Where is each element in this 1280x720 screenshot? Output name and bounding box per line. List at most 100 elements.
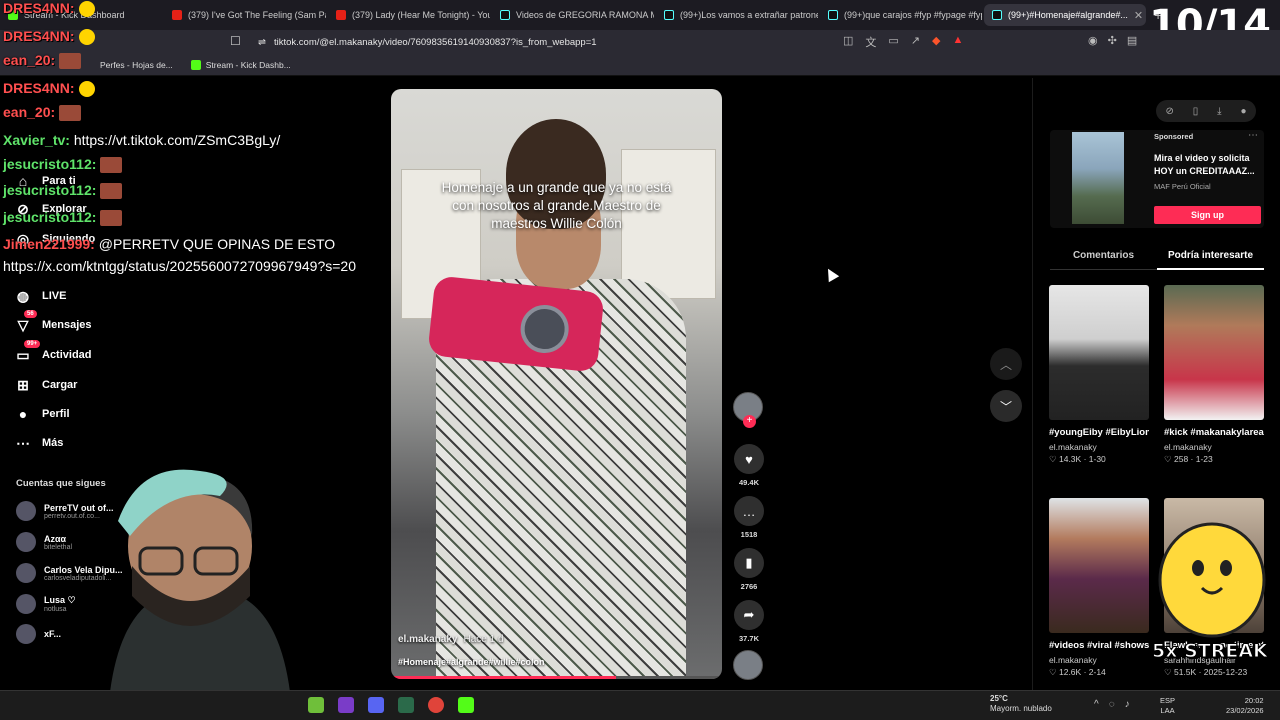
browser-tab[interactable]: (379) Lady (Hear Me Tonight) - YouTu... [328, 4, 490, 26]
video-hashtags[interactable]: #Homenaje#algrande#willie#colon [398, 657, 545, 667]
like-button[interactable]: ♥ 49.4K [733, 444, 765, 487]
browser-tab[interactable]: Videos de GREGORIA RAMONA MEJ... [492, 4, 654, 26]
video-progress-bar[interactable] [391, 676, 722, 679]
reader-icon[interactable]: ◫ [843, 34, 853, 50]
download-icon[interactable]: ⤓ [1217, 106, 1221, 117]
following-account[interactable]: Azαα bitelethal [16, 532, 72, 552]
recommended-video-card[interactable]: #youngEiby #EibyLion #viral... el.makana… [1049, 285, 1149, 465]
previous-video-button[interactable]: ︿ [990, 348, 1022, 380]
chat-message: DRES4NN: [3, 28, 95, 46]
microphone-icon[interactable]: ♪ [1125, 699, 1130, 710]
browser-tab[interactable]: (379) I've Got The Feeling (Sam Paran... [164, 4, 326, 26]
sponsored-ad: Sponsored ⋯ Mira el video y solicita HOY… [1050, 130, 1264, 228]
browser-tab[interactable]: (99+)Los vamos a extrañar patrones... [656, 4, 818, 26]
network-icon[interactable]: ◌ [1109, 699, 1115, 710]
chat-message: https://x.com/ktntgg/status/202556007270… [3, 258, 356, 274]
tiktok-icon [828, 10, 838, 20]
discord-icon[interactable] [368, 697, 384, 713]
puzzle-icon[interactable]: ✣ [1108, 34, 1117, 47]
camera-lens [518, 302, 572, 356]
coin-icon[interactable]: ⊘ [1165, 106, 1173, 117]
brave-shield-icon[interactable]: ◆ [932, 34, 940, 50]
share-icon: ➦ [734, 600, 764, 630]
device-icon[interactable]: ▯ [1193, 106, 1199, 117]
obs-icon[interactable] [428, 697, 444, 713]
next-video-button[interactable]: ﹀ [990, 390, 1022, 422]
translate-icon[interactable]: 文 [865, 34, 876, 50]
browser-tab[interactable]: (99+)que carajos #fyp #fypage #fyp... [820, 4, 982, 26]
chat-message: jesucristo112: [3, 209, 123, 227]
following-account[interactable]: xF... [16, 624, 61, 644]
ad-thumbnail[interactable] [1072, 132, 1124, 224]
avatar [16, 594, 36, 614]
sidebar-icon[interactable]: ▤ [1127, 34, 1137, 47]
streamer-webcam [110, 469, 290, 692]
bookmark-icon: ▮ [734, 548, 764, 578]
bookmark-button[interactable]: ▮ 2766 [733, 548, 765, 591]
system-clock[interactable]: 20:02 23/02/2026 [1226, 696, 1264, 716]
music-disc-button[interactable] [733, 650, 765, 680]
following-account[interactable]: PerreTV out of... perretv.out.of.co... [16, 501, 114, 521]
screen-icon[interactable]: ▭ [888, 34, 898, 50]
right-panel-tabs: Comentarios Podría interesarte [1050, 244, 1264, 270]
emote-icon [78, 81, 95, 98]
creator-avatar-button[interactable]: + [733, 392, 765, 428]
rewards-icon[interactable]: ▲ [953, 34, 964, 50]
weather-widget[interactable]: 25°C Mayorm. nublado [990, 694, 1052, 714]
card-stats: ♡ 258 · 1-23 [1164, 454, 1213, 464]
share-button[interactable]: ➦ 37.7K [733, 600, 765, 643]
language-indicator[interactable]: ESP LAA [1160, 696, 1175, 716]
live-icon: ◍ [16, 287, 30, 304]
sign-up-button[interactable]: Sign up [1154, 206, 1261, 224]
recommended-video-card[interactable]: #kick #makanakylareal... el.makanaky ♡ 2… [1164, 285, 1264, 465]
youtube-icon [336, 10, 346, 20]
video-player[interactable]: Homenaje a un grande que ya no está con … [391, 89, 722, 679]
more-options-icon[interactable]: ⋯ [1248, 130, 1258, 141]
youtube-icon [172, 10, 182, 20]
tiktok-icon [500, 10, 510, 20]
sidebar-item-mensajes[interactable]: ▽ 56 Mensajes [14, 310, 92, 334]
follow-plus-icon[interactable]: + [743, 415, 756, 428]
sidebar-item-cargar[interactable]: ⊞ Cargar [14, 376, 77, 394]
video-author[interactable]: el.makanaky Hace 1 d [398, 634, 504, 645]
sidebar-item-perfil[interactable]: ● Perfil [14, 405, 70, 423]
sidebar-item-live[interactable]: ◍ LIVE [14, 287, 67, 305]
avatar: + [733, 392, 763, 428]
chat-message: ean_20: [3, 104, 82, 122]
share-page-icon[interactable]: ↗ [911, 34, 920, 50]
video-thumbnail [1164, 285, 1264, 420]
bookmark-item[interactable]: Perfes - Hojas de... [100, 60, 173, 70]
upload-icon: ⊞ [17, 376, 29, 393]
kick-icon[interactable] [458, 697, 474, 713]
app-icon[interactable] [338, 697, 354, 713]
bookmark-icon[interactable]: ☐ [230, 34, 241, 48]
extension-icon[interactable]: ◉ [1088, 34, 1098, 47]
site-info-icon[interactable]: ⇌ [258, 37, 266, 48]
recommended-video-card[interactable]: #videos #viral #shows #gaaaaa... el.maka… [1049, 498, 1149, 678]
close-tab-icon[interactable]: ✕ [1134, 9, 1143, 22]
message-badge: 56 [24, 310, 37, 318]
chevron-up-icon: ︿ [999, 357, 1012, 372]
following-account[interactable]: Lusa ♡ notlusa [16, 594, 76, 614]
tab-podria-interesarte[interactable]: Podría interesarte [1157, 244, 1264, 270]
sidebar-item-mas[interactable]: ⋯ Más [14, 434, 63, 452]
comment-button[interactable]: … 1518 [733, 496, 765, 539]
video-caption: Homenaje a un grande que ya no está con … [441, 180, 672, 231]
address-bar-actions: ◫ 文 ▭ ↗ ◆ ▲ [843, 34, 963, 50]
heart-icon: ♥ [734, 444, 764, 474]
browser-tab-active[interactable]: (99+)#Homenaje#algrande#... ✕ [984, 4, 1146, 26]
app-icon[interactable] [308, 697, 324, 713]
chevron-up-icon[interactable]: ^ [1094, 699, 1099, 710]
bee-mascot-icon [1158, 522, 1266, 638]
card-stats: ♡ 51.5K · 2025-12-23 [1164, 667, 1248, 677]
music-disc-icon [733, 650, 763, 680]
bookmark-item[interactable]: Stream - Kick Dashb... [190, 59, 291, 70]
sidebar-item-actividad[interactable]: ▭ 99+ Actividad [14, 340, 92, 364]
profile-icon: ● [18, 406, 28, 422]
app-icon[interactable] [398, 697, 414, 713]
kick-icon [190, 59, 201, 70]
avatar [16, 624, 36, 644]
avatar[interactable]: ● [1241, 106, 1247, 117]
chat-message: jesucristo112: [3, 156, 123, 174]
tab-comentarios[interactable]: Comentarios [1050, 244, 1157, 270]
